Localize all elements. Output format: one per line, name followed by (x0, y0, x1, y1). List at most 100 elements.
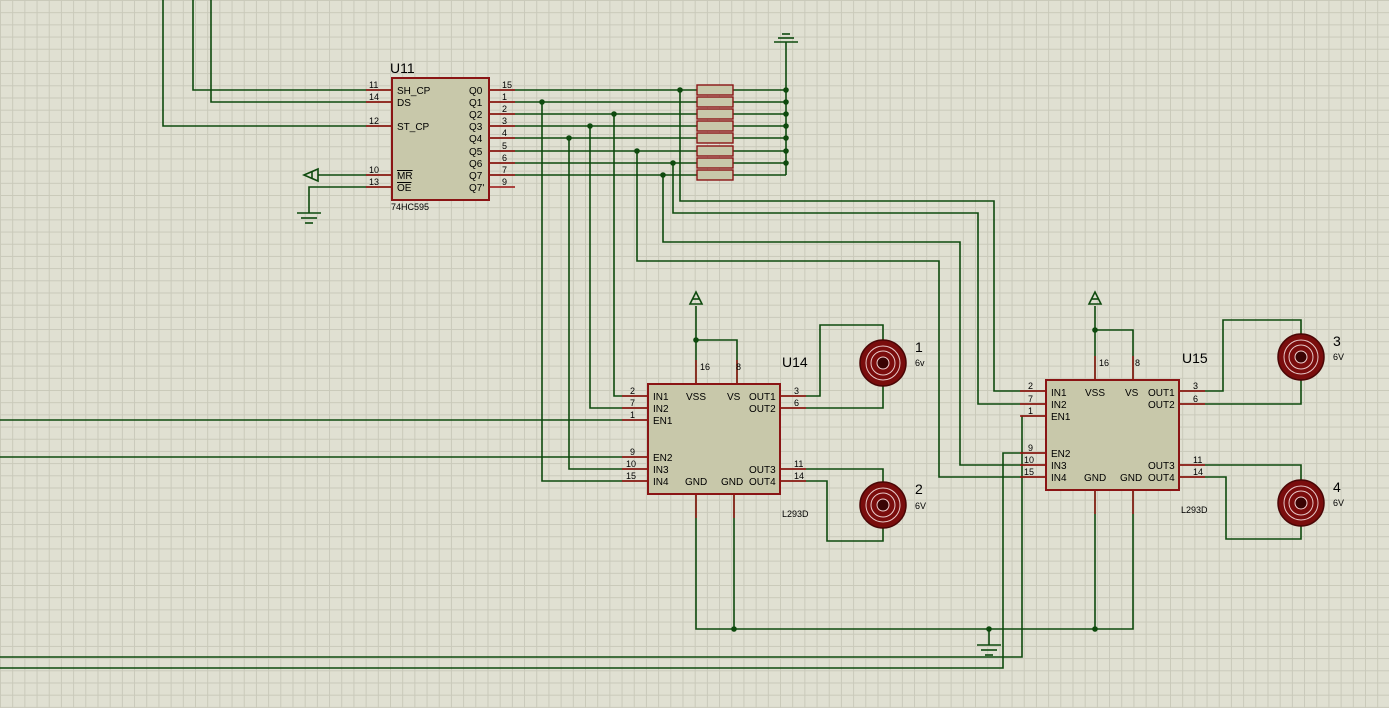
pin-name: MR (397, 171, 413, 182)
component-ref: U14 (782, 354, 808, 370)
resistor-icon (696, 169, 734, 181)
pin-name: OUT4 (1148, 473, 1175, 484)
motor-4[interactable]: 4 6V (1277, 479, 1344, 527)
pin-name: EN2 (1051, 449, 1071, 460)
pin-number: 11 (794, 459, 803, 469)
pin-number: 15 (502, 80, 512, 90)
resistor-icon (696, 120, 734, 132)
power-icon[interactable] (1087, 290, 1103, 305)
pin-name: Q2 (469, 110, 483, 121)
pin-number: 3 (794, 386, 799, 396)
pin-number: 7 (630, 398, 635, 408)
pin-name: OUT1 (749, 392, 776, 403)
pin-name: Q3 (469, 122, 483, 133)
motor-1[interactable]: 1 6v (859, 339, 925, 387)
pin-number: 2 (630, 386, 635, 396)
motor-driver-u15[interactable]: U15 L293D 16 8 VSS VS 2 7 1 9 10 15 IN1 … (1020, 350, 1208, 515)
pin-number: 1 (630, 410, 635, 420)
motor-3[interactable]: 3 6V (1277, 333, 1344, 381)
shift-register-u11[interactable]: U11 74HC595 11 14 12 10 13 SH_CP DS ST_C… (366, 60, 515, 212)
pin-number: 10 (369, 165, 379, 175)
pin-number: 15 (1024, 467, 1034, 477)
pin-number: 8 (1135, 358, 1140, 368)
pin-name: Q7 (469, 171, 483, 182)
motor-number: 3 (1333, 333, 1341, 349)
pin-name: GND (721, 477, 743, 488)
resistor-icon (696, 157, 734, 169)
pin-name: IN1 (653, 392, 669, 403)
pin-name: IN3 (653, 465, 669, 476)
pin-name: IN4 (1051, 473, 1067, 484)
pin-name: OUT4 (749, 477, 776, 488)
ground-icon[interactable] (297, 212, 321, 224)
pin-number: 4 (502, 128, 507, 138)
pin-name: IN2 (653, 404, 669, 415)
component-part-number: L293D (1181, 505, 1208, 515)
power-icon[interactable] (688, 290, 704, 305)
pin-name: OUT3 (749, 465, 776, 476)
resistor-array[interactable] (696, 84, 734, 181)
pin-number: 7 (502, 165, 507, 175)
motor-number: 2 (915, 481, 923, 497)
pin-number: 3 (1193, 381, 1198, 391)
pin-number: 2 (502, 104, 507, 114)
pin-number: 15 (626, 471, 636, 481)
pin-name: OUT1 (1148, 388, 1175, 399)
component-ref: U15 (1182, 350, 1208, 366)
pin-number: 3 (502, 116, 507, 126)
dc-motor-icon (859, 481, 907, 529)
pin-number: 16 (1099, 358, 1109, 368)
motor-2[interactable]: 2 6V (859, 481, 926, 529)
pin-number: 6 (794, 398, 799, 408)
pin-name: IN4 (653, 477, 669, 488)
resistor-icon (696, 145, 734, 157)
motor-voltage: 6v (915, 358, 925, 368)
resistor-icon (696, 132, 734, 144)
wires (0, 0, 1302, 669)
pin-name: VS (727, 392, 741, 403)
pin-name: IN2 (1051, 400, 1067, 411)
pin-name: EN2 (653, 453, 673, 464)
pin-name: DS (397, 98, 411, 109)
pin-number: 9 (502, 177, 507, 187)
pin-name: GND (1084, 473, 1106, 484)
pin-number: 5 (502, 141, 507, 151)
pin-name: Q5 (469, 147, 483, 158)
pin-number: 14 (794, 471, 804, 481)
component-part-number: L293D (782, 509, 809, 519)
pin-name: SH_CP (397, 86, 431, 97)
motor-voltage: 6V (1333, 498, 1344, 508)
motor-driver-u14[interactable]: U14 L293D 16 8 VSS VS 2 7 1 9 10 15 IN1 … (622, 354, 809, 519)
pin-number: 10 (626, 459, 636, 469)
pin-name: Q4 (469, 134, 483, 145)
pin-number: 14 (369, 92, 379, 102)
pin-number: 14 (1193, 467, 1203, 477)
schematic-canvas[interactable]: U11 74HC595 11 14 12 10 13 SH_CP DS ST_C… (0, 0, 1389, 708)
dc-motor-icon (1277, 479, 1325, 527)
ground-icon[interactable] (977, 644, 1001, 656)
component-part-number: 74HC595 (391, 202, 429, 212)
motor-voltage: 6V (1333, 352, 1344, 362)
pin-name: EN1 (653, 416, 673, 427)
resistor-icon (696, 84, 734, 96)
pin-name: Q1 (469, 98, 483, 109)
resistor-icon (696, 108, 734, 120)
pin-number: 1 (502, 92, 507, 102)
power-icon[interactable] (301, 167, 319, 183)
pin-number: 9 (630, 447, 635, 457)
pin-number: 6 (1193, 394, 1198, 404)
pin-number: 12 (369, 116, 379, 126)
pin-name: ST_CP (397, 122, 430, 133)
pin-name: EN1 (1051, 412, 1071, 423)
pin-number: 8 (736, 362, 741, 372)
pin-number: 10 (1024, 455, 1034, 465)
pin-number: 2 (1028, 381, 1033, 391)
resistor-icon (696, 96, 734, 108)
pin-number: 7 (1028, 394, 1033, 404)
pin-name: VS (1125, 388, 1139, 399)
ground-icon[interactable] (774, 33, 798, 48)
junctions (539, 87, 1098, 632)
pin-number: 6 (502, 153, 507, 163)
pin-number: 13 (369, 177, 379, 187)
pin-name: Q7' (469, 183, 484, 194)
